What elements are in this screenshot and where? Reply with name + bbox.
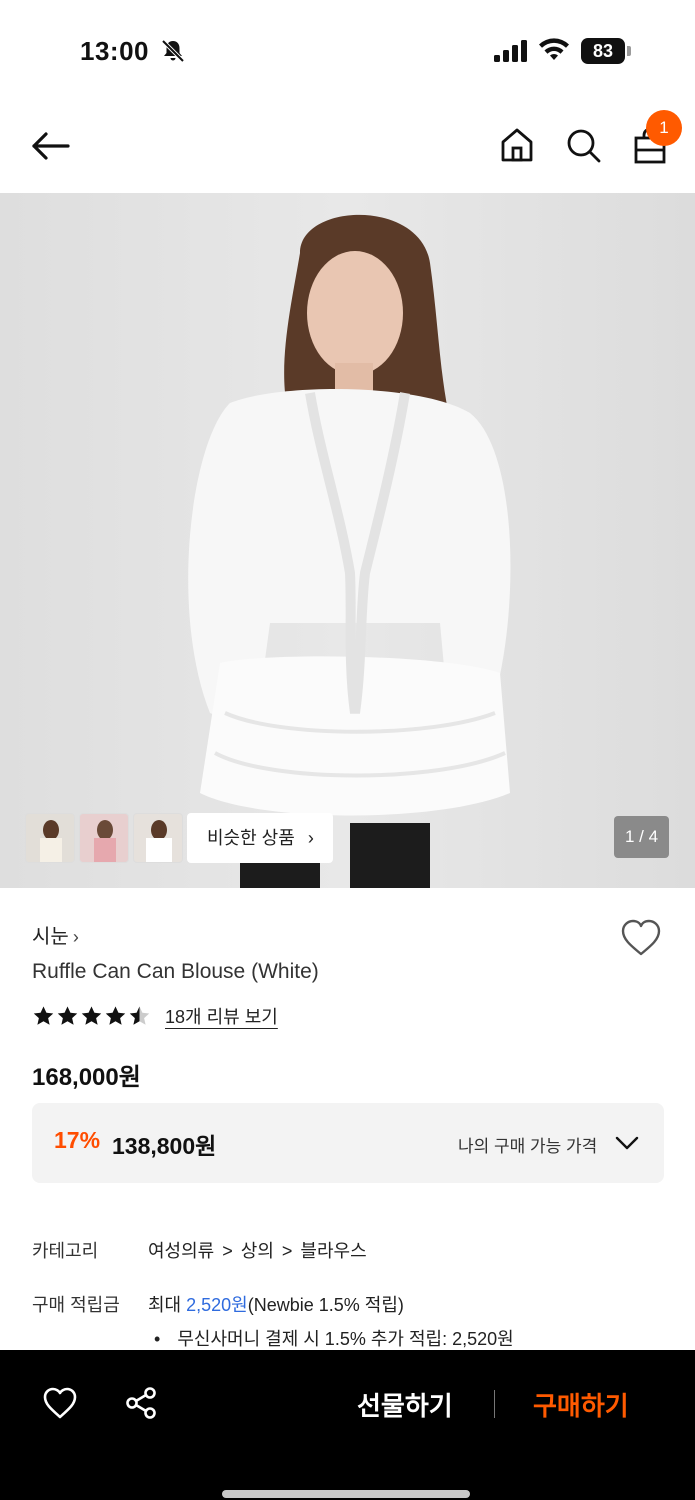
discount-rate: 17% [54,1127,101,1153]
chevron-right-icon: > [281,1241,293,1261]
similar-products-label: 비슷한 상품 [207,828,295,848]
share-icon[interactable] [124,1386,158,1420]
star-rating [32,1005,151,1028]
chevron-right-icon: › [307,828,314,848]
category-label: 카테고리 [32,1241,99,1261]
points-bullet: • 무신사머니 결제 시 1.5% 추가 적립: 2,520원 [154,1325,514,1351]
review-link[interactable]: 18개 리뷰 보기 [165,1003,278,1029]
brand-name: 시눈 [32,926,69,948]
bell-muted-icon [161,39,185,63]
thumbnail-image [94,820,116,862]
original-price: 168,000원 [32,1064,141,1091]
buy-button[interactable]: 구매하기 [533,1386,629,1423]
chevron-right-icon: › [72,927,79,947]
battery-tip [627,46,631,56]
points-suffix: (Newbie 1.5% 적립) [247,1295,404,1315]
nav-bar: 1 [0,100,695,192]
gallery-thumbnail[interactable] [25,813,75,863]
points-label: 구매 적립금 [32,1295,120,1315]
cart-count-badge: 1 [646,110,682,146]
battery-level: 83 [581,38,625,64]
points-bullet-text: 무신사머니 결제 시 1.5% 추가 적립: 2,520원 [177,1329,514,1349]
thumbnail-image [146,820,172,862]
heart-icon[interactable] [42,1386,78,1420]
category-level-2[interactable]: 상의 [241,1241,274,1261]
image-counter: 1 / 4 [614,816,669,858]
gift-button[interactable]: 선물하기 [357,1386,453,1423]
product-image[interactable]: 비슷한 상품 › 1 / 4 [0,193,695,888]
star-icon [33,1006,54,1025]
signal-icon [494,40,527,62]
bottom-action-bar: 선물하기 구매하기 [0,1350,695,1500]
status-time: 13:00 [80,36,149,66]
gallery-thumbnail[interactable] [79,813,129,863]
product-title: Ruffle Can Can Blouse (White) [32,960,319,983]
model-photo [188,214,511,888]
search-icon[interactable] [564,126,602,164]
home-icon[interactable] [498,126,536,164]
category-level-1[interactable]: 여성의류 [148,1241,214,1261]
gallery-thumbnail[interactable] [133,813,183,863]
star-icon [57,1006,78,1025]
my-price-box[interactable]: 17% 138,800원 나의 구매 가능 가격 [32,1103,664,1183]
category-breadcrumb: 여성의류 > 상의 > 블라우스 [148,1237,367,1263]
wifi-icon [539,38,569,60]
rating-row: 18개 리뷰 보기 [32,1003,278,1029]
chevron-down-icon [615,1136,639,1150]
points-value: 최대 2,520원(Newbie 1.5% 적립) [148,1291,404,1317]
discount-price: 138,800원 [112,1133,217,1159]
points-amount: 2,520원 [186,1295,248,1315]
similar-products-button[interactable]: 비슷한 상품 › [187,813,333,863]
status-bar: 13:00 83 [0,0,695,100]
battery-indicator: 83 [581,38,631,64]
divider [494,1390,495,1418]
back-arrow-icon[interactable] [28,126,72,166]
thumbnail-image [40,820,62,862]
bullet-dot: • [154,1329,161,1349]
chevron-right-icon: > [222,1241,233,1261]
my-price-label: 나의 구매 가능 가격 [458,1137,598,1156]
star-icon [129,1006,150,1025]
points-prefix: 최대 [148,1295,182,1315]
star-icon [105,1006,126,1025]
brand-link[interactable]: 시눈 › [32,920,79,949]
star-icon [81,1006,102,1025]
heart-icon[interactable] [620,918,662,958]
category-level-3[interactable]: 블라우스 [300,1241,366,1261]
home-indicator [222,1490,470,1498]
